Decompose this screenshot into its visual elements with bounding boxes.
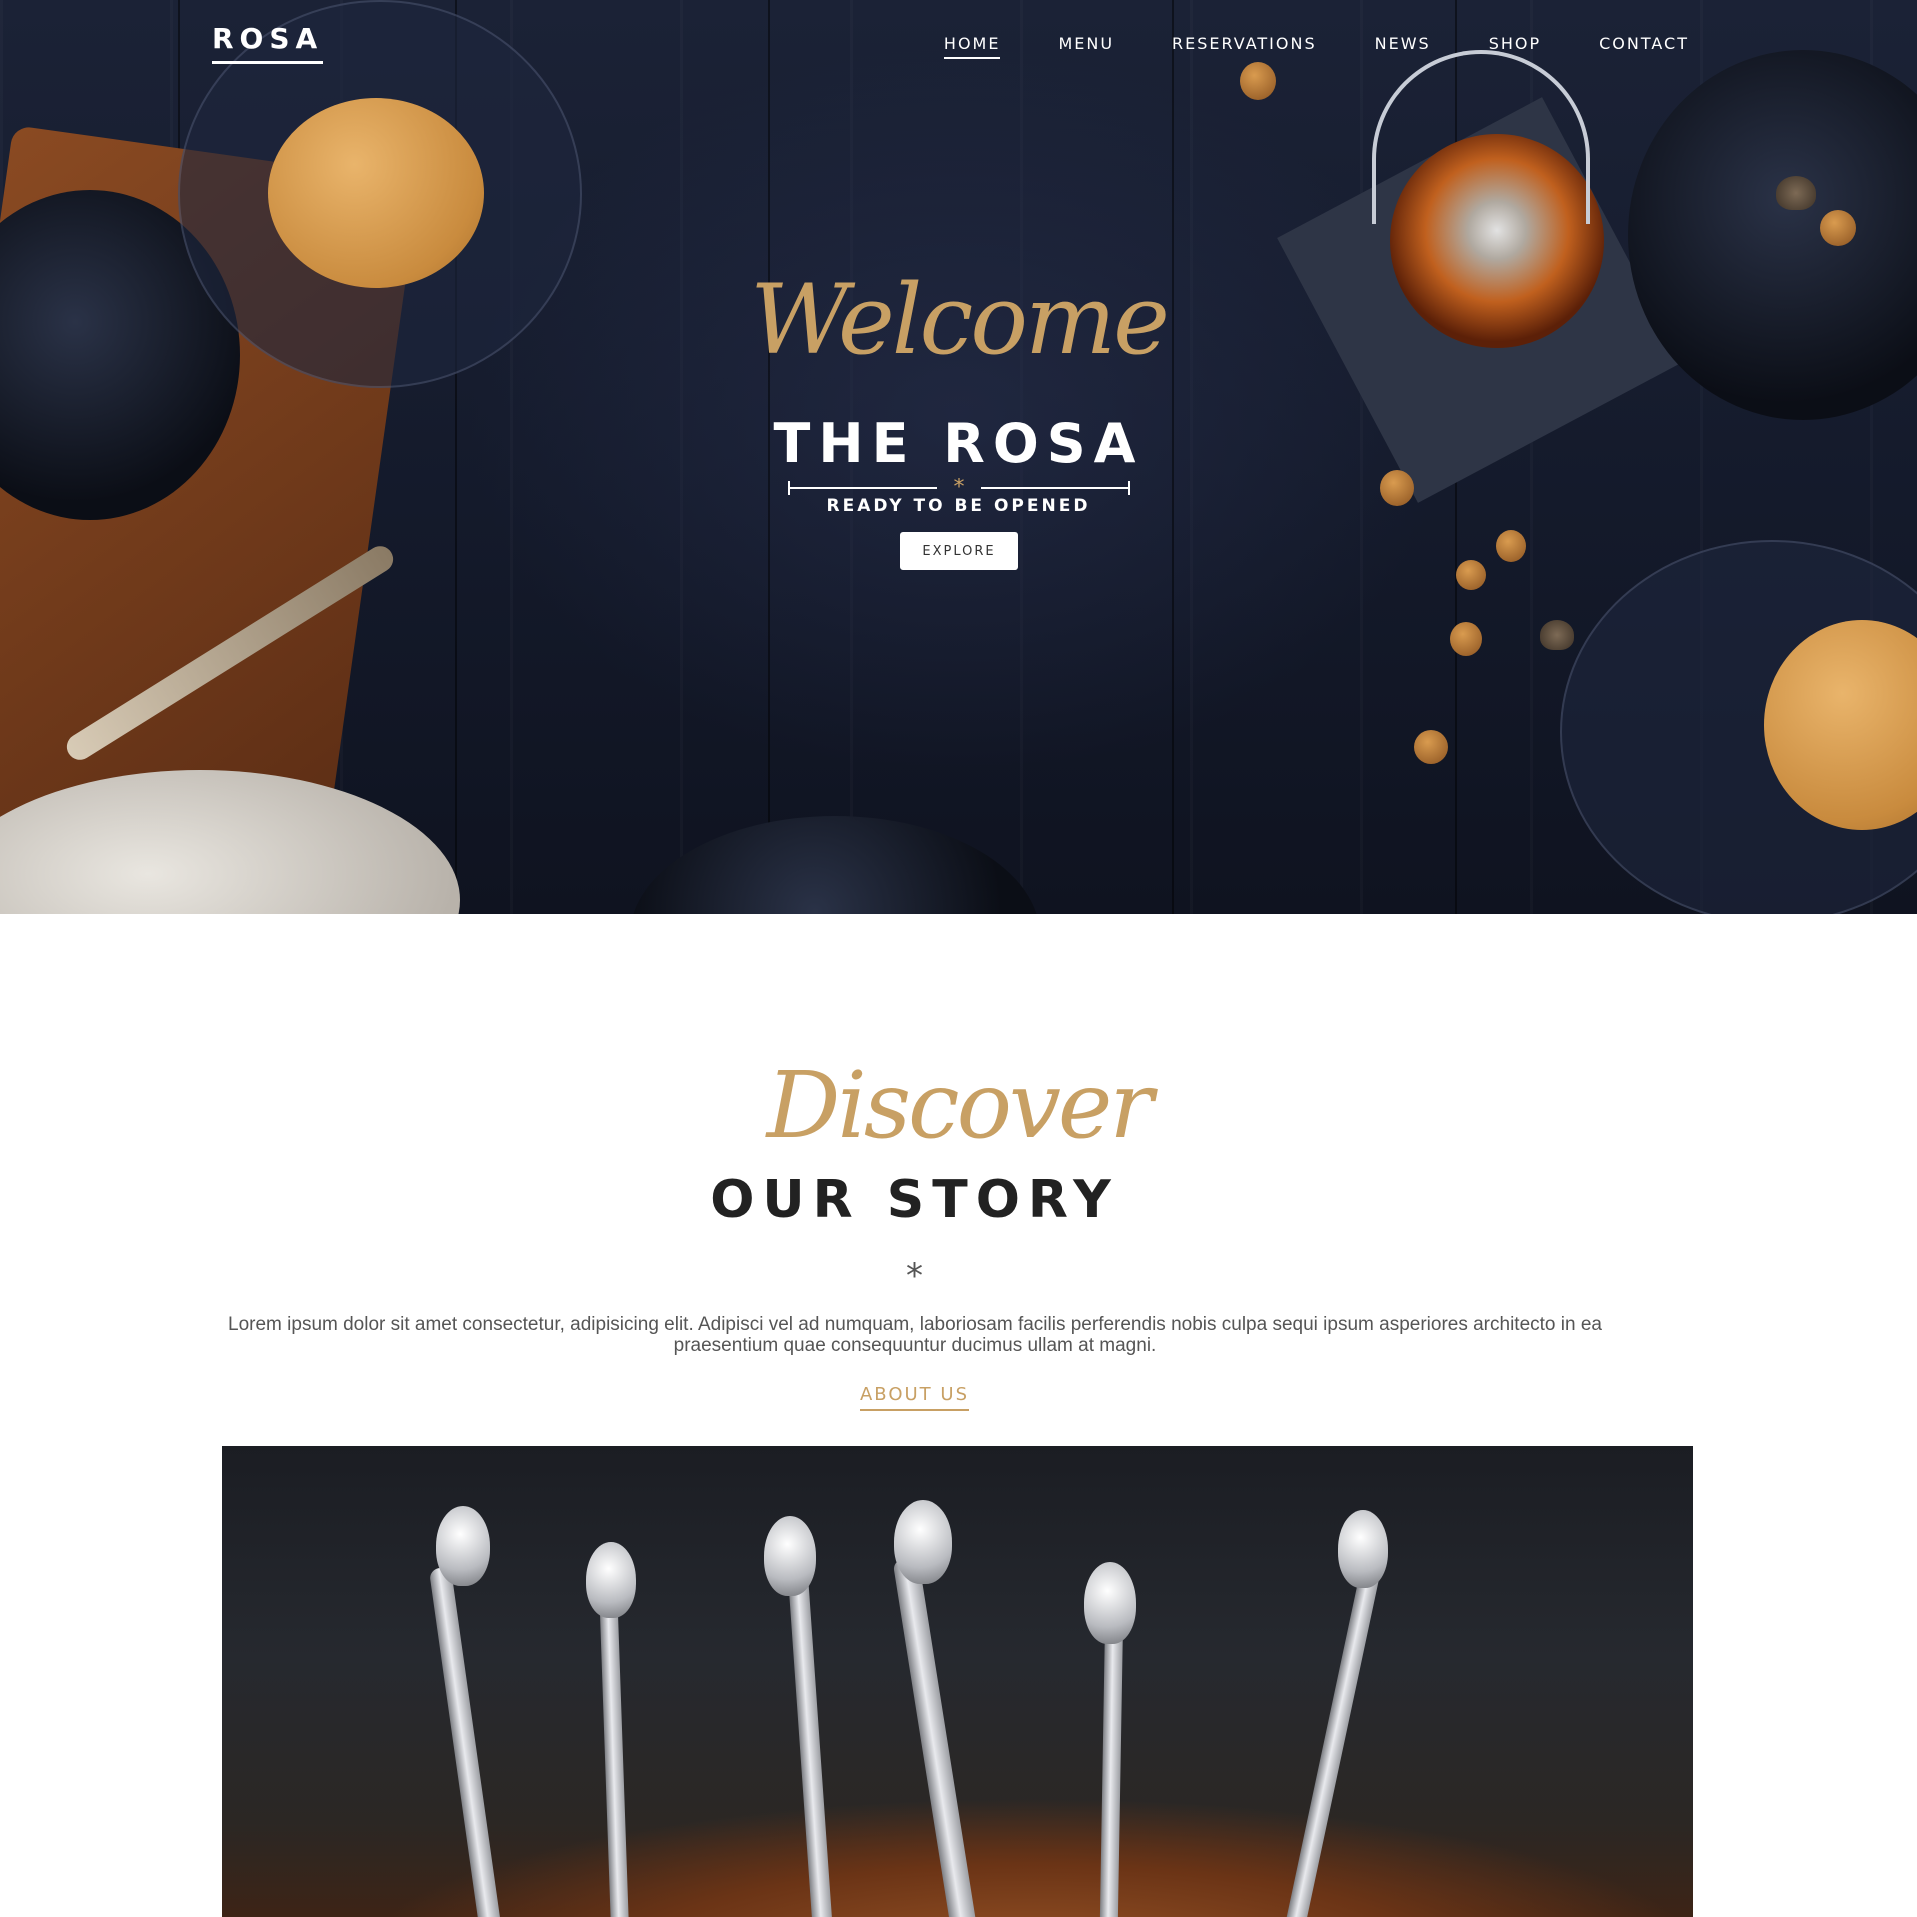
main-nav: HOME MENU RESERVATIONS NEWS SHOP CONTACT bbox=[886, 34, 1689, 59]
spoon-image bbox=[1338, 1510, 1388, 1588]
hero-section: ROSA HOME MENU RESERVATIONS NEWS SHOP CO… bbox=[0, 0, 1917, 914]
hero-script-heading: Welcome bbox=[750, 264, 1170, 376]
spoon-image bbox=[1273, 1558, 1383, 1917]
cutlery-photo bbox=[222, 1446, 1693, 1917]
story-title: OUR STORY bbox=[710, 1170, 1119, 1230]
nav-item-reservations[interactable]: RESERVATIONS bbox=[1172, 34, 1317, 59]
spoon-image bbox=[1084, 1562, 1136, 1644]
spoon-image bbox=[599, 1595, 631, 1917]
spoon-image bbox=[436, 1506, 490, 1586]
site-logo[interactable]: ROSA bbox=[212, 22, 324, 64]
bottom-bowl-image bbox=[630, 816, 1040, 914]
about-us-link[interactable]: ABOUT US bbox=[859, 1384, 969, 1411]
about-link-wrapper: ABOUT US bbox=[0, 1384, 1829, 1411]
nav-item-contact[interactable]: CONTACT bbox=[1599, 34, 1689, 59]
cookie-image bbox=[268, 98, 484, 288]
nav-item-news[interactable]: NEWS bbox=[1375, 34, 1431, 59]
acorn-image bbox=[1540, 620, 1574, 650]
acorn-image bbox=[1240, 62, 1276, 100]
acorn-image bbox=[1820, 210, 1856, 246]
nav-item-shop[interactable]: SHOP bbox=[1489, 34, 1541, 59]
acorn-image bbox=[1496, 530, 1526, 562]
acorn-image bbox=[1456, 560, 1486, 590]
story-asterisk-icon: * bbox=[906, 1256, 923, 1296]
spoon-image bbox=[894, 1500, 952, 1584]
acorn-image bbox=[1450, 622, 1482, 656]
spoon-image bbox=[428, 1566, 510, 1917]
explore-button[interactable]: EXPLORE bbox=[900, 532, 1018, 570]
spoon-image bbox=[787, 1565, 837, 1917]
divider-asterisk: * bbox=[954, 478, 965, 498]
spoon-image bbox=[764, 1516, 816, 1596]
hero-title: THE ROSA bbox=[773, 412, 1144, 475]
story-paragraph: Lorem ipsum dolor sit amet consectetur, … bbox=[228, 1314, 1602, 1356]
asterisk-divider-icon: * bbox=[788, 478, 1130, 498]
nav-item-menu[interactable]: MENU bbox=[1058, 34, 1114, 59]
spoon-image bbox=[892, 1556, 986, 1917]
story-script-heading: Discover bbox=[766, 1052, 1154, 1159]
hero-subtitle: READY TO BE OPENED bbox=[826, 496, 1091, 516]
nav-item-home[interactable]: HOME bbox=[943, 34, 1001, 59]
teapot-handle-image bbox=[1372, 50, 1590, 224]
spoon-image bbox=[1098, 1615, 1124, 1917]
fur-image bbox=[0, 770, 460, 914]
spoon-image bbox=[586, 1542, 636, 1618]
acorn-image bbox=[1414, 730, 1448, 764]
acorn-image bbox=[1776, 176, 1816, 210]
